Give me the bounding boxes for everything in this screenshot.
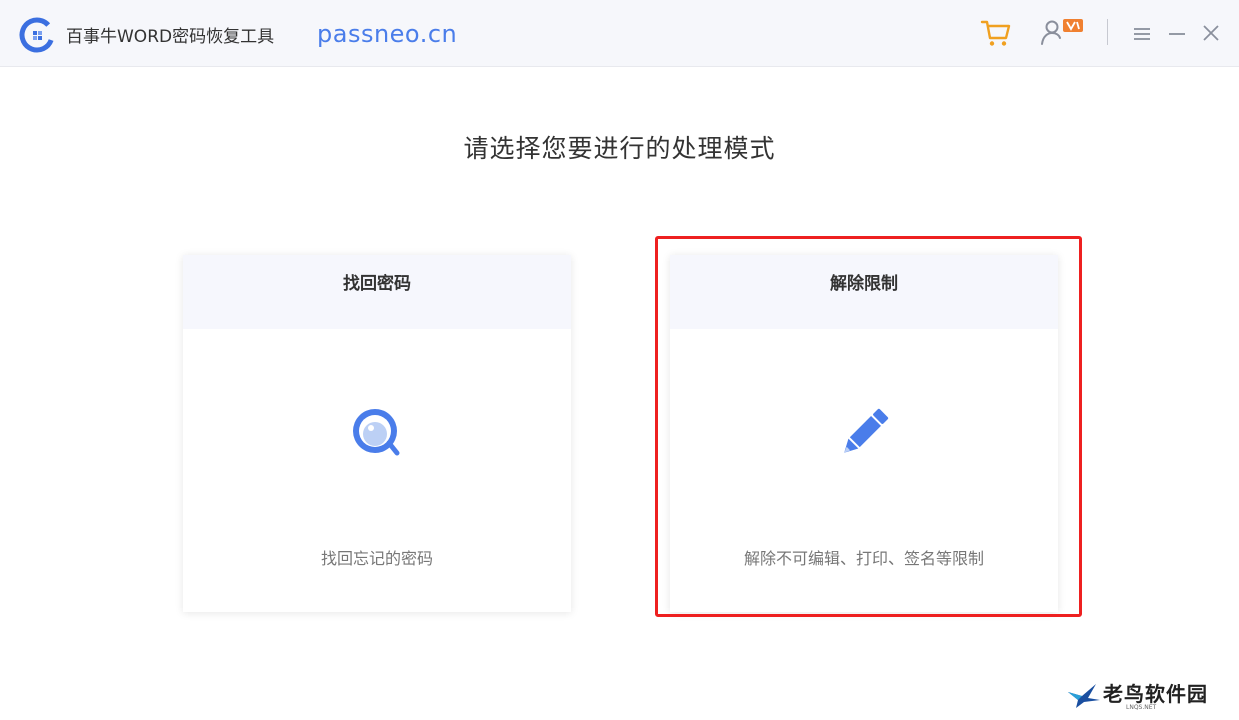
app-url[interactable]: passneo.cn <box>317 20 457 48</box>
mode-card-header: 找回密码 <box>183 255 571 329</box>
menu-icon[interactable] <box>1131 24 1153 44</box>
app-logo-icon <box>19 17 55 53</box>
mode-card-remove-restrictions[interactable]: 解除限制 解除不可编辑、打印、签名等限制 <box>670 255 1058 612</box>
watermark-text: 老鸟软件园 <box>1103 682 1208 706</box>
user-vip-icon[interactable] <box>1038 16 1086 50</box>
watermark-subtext: LNQS.NET <box>1126 704 1157 711</box>
close-icon[interactable] <box>1200 22 1222 44</box>
pencil-icon <box>844 408 889 453</box>
minimize-icon[interactable] <box>1166 24 1188 44</box>
mode-card-title: 找回密码 <box>343 274 411 294</box>
app-title: 百事牛WORD密码恢复工具 <box>66 27 275 47</box>
mode-card-description: 解除不可编辑、打印、签名等限制 <box>743 549 984 568</box>
mode-card-recover-password[interactable]: 找回密码 找回忘记的密码 <box>183 255 571 612</box>
watermark: 老鸟软件园 LNQS.NET <box>1066 676 1226 716</box>
page-heading: 请选择您要进行的处理模式 <box>463 134 776 163</box>
mode-card-header: 解除限制 <box>670 255 1058 329</box>
title-bar: 百事牛WORD密码恢复工具 passneo.cn <box>0 0 1239 67</box>
bird-logo-icon <box>1068 684 1100 708</box>
cart-icon[interactable] <box>980 18 1012 48</box>
toolbar-divider <box>1107 19 1108 45</box>
mode-card-description: 找回忘记的密码 <box>320 549 433 568</box>
search-icon <box>353 409 400 456</box>
mode-card-title: 解除限制 <box>830 274 898 294</box>
